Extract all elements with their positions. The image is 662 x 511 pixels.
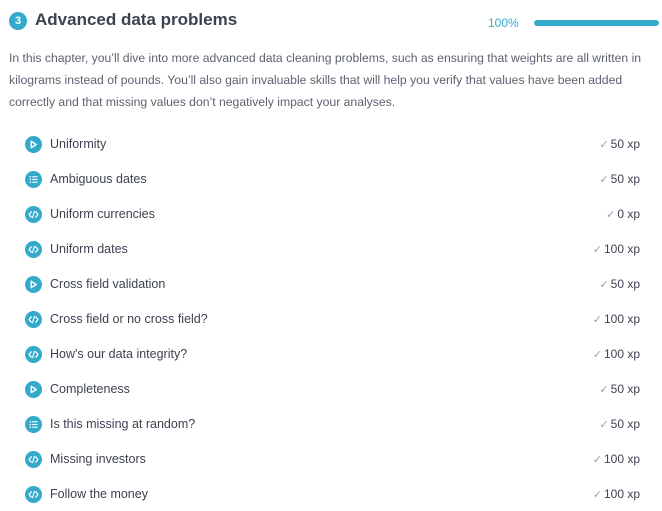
lesson-xp: ✓ 100 xp (593, 452, 640, 466)
lesson-xp: ✓ 50 xp (599, 382, 640, 396)
checkmark-icon: ✓ (592, 488, 602, 501)
lesson-xp: ✓ 100 xp (593, 312, 640, 326)
lesson-item[interactable]: Cross field validation ✓ 50 xp (25, 274, 640, 294)
lesson-xp-value: 100 xp (603, 312, 640, 326)
lesson-xp-value: 100 xp (603, 487, 640, 501)
lesson-title: Is this missing at random? (50, 417, 196, 431)
checkmark-icon: ✓ (599, 138, 609, 151)
lesson-xp: ✓ 50 xp (599, 417, 640, 431)
lesson-title: Cross field validation (50, 277, 166, 291)
lesson-item[interactable]: Uniform currencies ✓ 0 xp (25, 204, 640, 224)
checkmark-icon: ✓ (599, 418, 609, 431)
lesson-item[interactable]: Cross field or no cross field? ✓ 100 xp (25, 309, 640, 329)
video-play-icon (25, 275, 42, 293)
checkmark-icon: ✓ (592, 453, 602, 466)
lesson-item[interactable]: Completeness ✓ 50 xp (25, 379, 640, 399)
multiple-choice-list-icon (25, 170, 42, 188)
chapter-header: 3 Advanced data problems 100% (9, 8, 659, 34)
lesson-title: Completeness (50, 382, 130, 396)
lesson-title: How's our data integrity? (50, 347, 188, 361)
checkmark-icon: ✓ (599, 383, 609, 396)
code-exercise-icon (25, 310, 42, 328)
progress-label: 100% (488, 16, 519, 30)
lesson-xp: ✓ 50 xp (599, 277, 640, 291)
lesson-title: Missing investors (50, 452, 146, 466)
lesson-xp-value: 0 xp (617, 207, 640, 221)
lesson-xp: ✓ 50 xp (599, 137, 640, 151)
video-play-icon (25, 135, 42, 153)
code-exercise-icon (25, 485, 42, 503)
checkmark-icon: ✓ (592, 243, 602, 256)
lesson-xp-value: 50 xp (610, 172, 640, 186)
lesson-xp-value: 100 xp (603, 347, 640, 361)
lesson-xp: ✓ 0 xp (606, 207, 640, 221)
progress-bar-fill (534, 20, 659, 26)
lesson-item[interactable]: Follow the money ✓ 100 xp (25, 484, 640, 504)
lesson-item[interactable]: Is this missing at random? ✓ 50 xp (25, 414, 640, 434)
lesson-xp: ✓ 50 xp (599, 172, 640, 186)
lesson-title: Uniform dates (50, 242, 128, 256)
lesson-item[interactable]: How's our data integrity? ✓ 100 xp (25, 344, 640, 364)
lesson-xp: ✓ 100 xp (593, 487, 640, 501)
lesson-title: Follow the money (50, 487, 148, 501)
code-exercise-icon (25, 345, 42, 363)
checkmark-icon: ✓ (592, 348, 602, 361)
lesson-item[interactable]: Missing investors ✓ 100 xp (25, 449, 640, 469)
checkmark-icon: ✓ (599, 278, 609, 291)
chapter-description: In this chapter, you’ll dive into more a… (9, 51, 642, 109)
lesson-title: Cross field or no cross field? (50, 312, 208, 326)
lesson-title: Uniform currencies (50, 207, 155, 221)
lesson-title: Uniformity (50, 137, 107, 151)
multiple-choice-list-icon (25, 415, 42, 433)
lesson-item[interactable]: Uniform dates ✓ 100 xp (25, 239, 640, 259)
video-play-icon (25, 380, 42, 398)
lesson-title: Ambiguous dates (50, 172, 147, 186)
chapter-number-badge: 3 (9, 12, 27, 30)
lesson-xp-value: 50 xp (610, 417, 640, 431)
checkmark-icon: ✓ (592, 313, 602, 326)
lesson-xp-value: 50 xp (610, 277, 640, 291)
chapter-title[interactable]: Advanced data problems (35, 10, 237, 30)
lesson-item[interactable]: Ambiguous dates ✓ 50 xp (25, 169, 640, 189)
code-exercise-icon (25, 450, 42, 468)
lesson-xp-value: 50 xp (610, 137, 640, 151)
progress-bar (534, 20, 659, 26)
lesson-xp-value: 100 xp (603, 242, 640, 256)
code-exercise-icon (25, 205, 42, 223)
lesson-xp-value: 100 xp (603, 452, 640, 466)
code-exercise-icon (25, 240, 42, 258)
checkmark-icon: ✓ (599, 173, 609, 186)
lesson-xp-value: 50 xp (610, 382, 640, 396)
checkmark-icon: ✓ (606, 208, 616, 221)
lesson-xp: ✓ 100 xp (593, 347, 640, 361)
lesson-xp: ✓ 100 xp (593, 242, 640, 256)
lesson-item[interactable]: Uniformity ✓ 50 xp (25, 134, 640, 154)
